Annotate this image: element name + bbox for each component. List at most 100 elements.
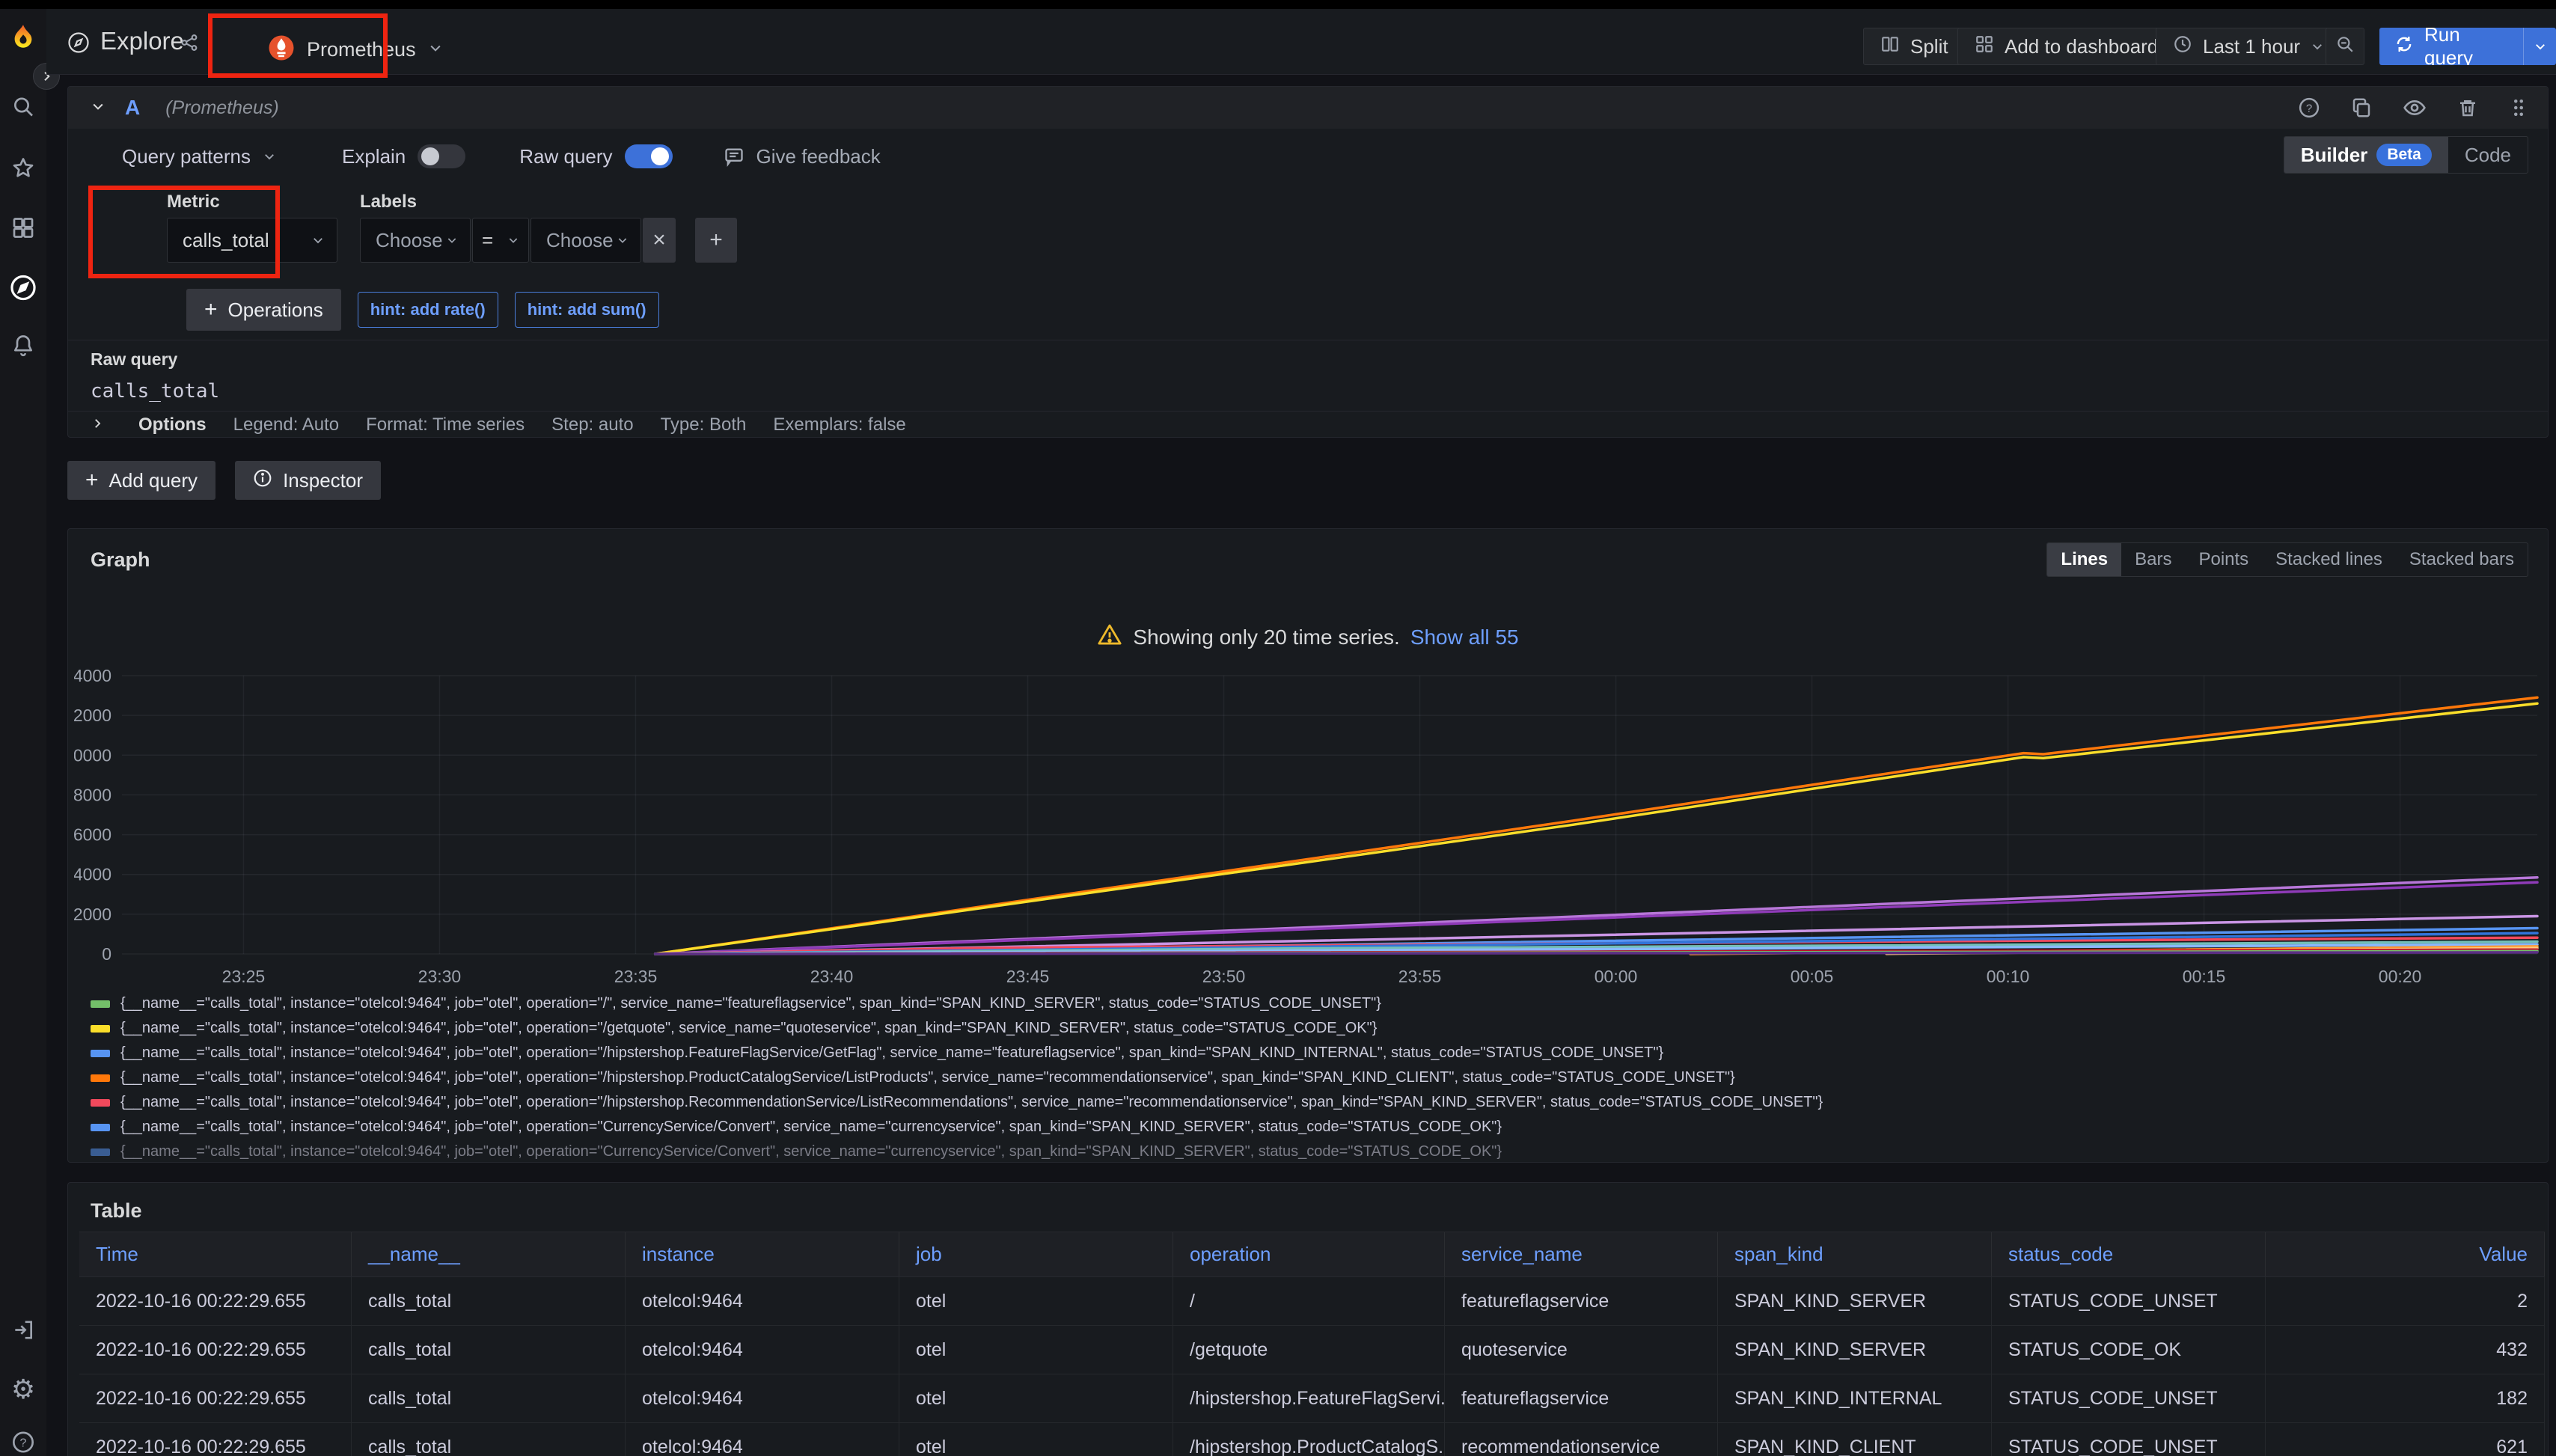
query-options-row[interactable]: Options Legend: Auto Format: Time series… bbox=[68, 412, 2548, 438]
star-icon[interactable] bbox=[11, 156, 35, 184]
time-range-picker[interactable]: Last 1 hour bbox=[2156, 28, 2341, 65]
cell-instance: otelcol:9464 bbox=[626, 1326, 899, 1374]
add-label-filter-button[interactable]: + bbox=[695, 218, 737, 263]
help-circle-icon[interactable]: ? bbox=[2298, 97, 2320, 119]
table-panel-title: Table bbox=[91, 1199, 142, 1223]
mode-lines[interactable]: Lines bbox=[2047, 543, 2121, 576]
operations-button[interactable]: + Operations bbox=[186, 289, 341, 331]
option-legend: Legend: Auto bbox=[233, 415, 339, 435]
legend-item-clipped[interactable]: {__name__="calls_total", instance="otelc… bbox=[91, 1140, 2537, 1163]
explain-label: Explain bbox=[342, 145, 406, 168]
trash-icon[interactable] bbox=[2456, 97, 2479, 119]
split-button[interactable]: Split bbox=[1863, 28, 1966, 65]
code-mode-tab[interactable]: Code bbox=[2448, 137, 2528, 173]
query-patterns-dropdown[interactable]: Query patterns bbox=[122, 145, 251, 168]
copy-icon[interactable] bbox=[2350, 97, 2373, 119]
run-query-button[interactable]: Run query bbox=[2379, 28, 2556, 65]
hint-add-rate-button[interactable]: hint: add rate() bbox=[358, 292, 498, 328]
column-header-status-code[interactable]: status_code bbox=[1992, 1232, 2266, 1276]
legend-item[interactable]: {__name__="calls_total", instance="otelc… bbox=[91, 1065, 2537, 1090]
raw-query-toggle[interactable] bbox=[625, 144, 673, 168]
chevron-down-icon bbox=[428, 40, 443, 59]
alerting-bell-icon[interactable] bbox=[11, 334, 35, 361]
dashboards-icon[interactable] bbox=[11, 216, 35, 244]
query-actions: + Add query Inspector bbox=[67, 461, 381, 500]
help-icon[interactable]: ? bbox=[11, 1431, 35, 1456]
label-key-select[interactable]: Choose bbox=[360, 218, 471, 263]
legend-item[interactable]: {__name__="calls_total", instance="otelc… bbox=[91, 1090, 2537, 1115]
info-circle-icon bbox=[253, 468, 272, 493]
svg-text:23:25: 23:25 bbox=[222, 967, 266, 986]
zoom-out-button[interactable] bbox=[2326, 28, 2364, 65]
svg-text:0: 0 bbox=[102, 944, 111, 964]
metric-field-label: Metric bbox=[167, 192, 220, 212]
sidebar: ⚙ ? bbox=[0, 9, 46, 1456]
query-row-header[interactable]: A (Prometheus) ? bbox=[68, 87, 2548, 129]
eye-icon[interactable] bbox=[2403, 96, 2427, 120]
give-feedback-link[interactable]: Give feedback bbox=[756, 145, 881, 168]
settings-gear-icon[interactable]: ⚙ bbox=[11, 1374, 35, 1405]
cell-service-name: recommendationservice bbox=[1445, 1423, 1718, 1456]
legend-item[interactable]: {__name__="calls_total", instance="otelc… bbox=[91, 1041, 2537, 1065]
share-icon[interactable] bbox=[180, 33, 199, 52]
warning-text: Showing only 20 time series. bbox=[1133, 625, 1399, 649]
results-table: Time __name__ instance job operation ser… bbox=[79, 1232, 2545, 1456]
builder-mode-tab[interactable]: Builder Beta bbox=[2284, 137, 2448, 173]
metric-select[interactable]: calls_total bbox=[167, 218, 337, 263]
mode-points[interactable]: Points bbox=[2185, 543, 2262, 576]
run-query-dropdown[interactable] bbox=[2523, 28, 2556, 65]
legend-item[interactable]: {__name__="calls_total", instance="otelc… bbox=[91, 991, 2537, 1016]
column-header-job[interactable]: job bbox=[899, 1232, 1173, 1276]
page-title: Explore bbox=[100, 27, 184, 55]
explain-toggle[interactable] bbox=[418, 144, 465, 168]
graph-panel-title: Graph bbox=[91, 548, 150, 572]
legend-label: {__name__="calls_total", instance="otelc… bbox=[120, 1020, 1377, 1037]
legend-item[interactable]: {__name__="calls_total", instance="otelc… bbox=[91, 1115, 2537, 1140]
svg-text:8000: 8000 bbox=[74, 785, 111, 804]
cell-operation: / bbox=[1173, 1277, 1445, 1325]
explore-compass-icon[interactable] bbox=[9, 274, 37, 306]
time-series-chart[interactable]: 23:2523:3023:3523:4023:4523:5023:5500:00… bbox=[74, 665, 2549, 991]
cell-status-code: STATUS_CODE_UNSET bbox=[1992, 1423, 2266, 1456]
table-row: 2022-10-16 00:22:29.655 calls_total otel… bbox=[79, 1277, 2545, 1326]
column-header-time[interactable]: Time bbox=[79, 1232, 352, 1276]
legend-item[interactable]: {__name__="calls_total", instance="otelc… bbox=[91, 1016, 2537, 1041]
add-to-dashboard-button[interactable]: Add to dashboard bbox=[1957, 28, 2175, 65]
cell-name: calls_total bbox=[352, 1277, 626, 1325]
sign-in-icon[interactable] bbox=[11, 1318, 35, 1346]
search-icon[interactable] bbox=[11, 95, 35, 123]
column-header-name[interactable]: __name__ bbox=[352, 1232, 626, 1276]
hint-add-sum-button[interactable]: hint: add sum() bbox=[515, 292, 659, 328]
cell-operation: /getquote bbox=[1173, 1326, 1445, 1374]
label-value-select[interactable]: Choose bbox=[531, 218, 641, 263]
show-all-series-link[interactable]: Show all 55 bbox=[1410, 625, 1519, 649]
options-label: Options bbox=[138, 415, 207, 435]
cell-instance: otelcol:9464 bbox=[626, 1277, 899, 1325]
column-header-span-kind[interactable]: span_kind bbox=[1718, 1232, 1992, 1276]
column-header-service-name[interactable]: service_name bbox=[1445, 1232, 1718, 1276]
drag-handle-icon[interactable] bbox=[2509, 97, 2528, 119]
cell-status-code: STATUS_CODE_OK bbox=[1992, 1326, 2266, 1374]
column-header-value[interactable]: Value bbox=[2266, 1232, 2545, 1276]
legend-label: {__name__="calls_total", instance="otelc… bbox=[120, 995, 1381, 1012]
datasource-picker[interactable]: Prometheus bbox=[268, 25, 443, 73]
cell-value: 2 bbox=[2266, 1277, 2545, 1325]
chart-svg: 23:2523:3023:3523:4023:4523:5023:5500:00… bbox=[74, 665, 2549, 991]
add-query-button[interactable]: + Add query bbox=[67, 461, 215, 500]
grafana-logo[interactable] bbox=[7, 22, 39, 60]
column-header-operation[interactable]: operation bbox=[1173, 1232, 1445, 1276]
add-dashboard-grid-icon bbox=[1975, 34, 1994, 59]
mode-stacked-lines[interactable]: Stacked lines bbox=[2262, 543, 2396, 576]
explore-compass-icon bbox=[67, 31, 90, 54]
remove-label-filter-button[interactable]: × bbox=[643, 218, 676, 263]
label-operator-select[interactable]: = bbox=[472, 218, 529, 263]
series-color-swatch bbox=[91, 1148, 110, 1156]
cell-job: otel bbox=[899, 1326, 1173, 1374]
mode-stacked-bars[interactable]: Stacked bars bbox=[2396, 543, 2528, 576]
column-header-instance[interactable]: instance bbox=[626, 1232, 899, 1276]
cell-operation: /hipstershop.ProductCatalogS... bbox=[1173, 1423, 1445, 1456]
legend-label: {__name__="calls_total", instance="otelc… bbox=[120, 1094, 1823, 1111]
mode-bars[interactable]: Bars bbox=[2121, 543, 2185, 576]
inspector-button[interactable]: Inspector bbox=[235, 461, 381, 500]
collapse-chevron-icon[interactable] bbox=[91, 99, 106, 117]
